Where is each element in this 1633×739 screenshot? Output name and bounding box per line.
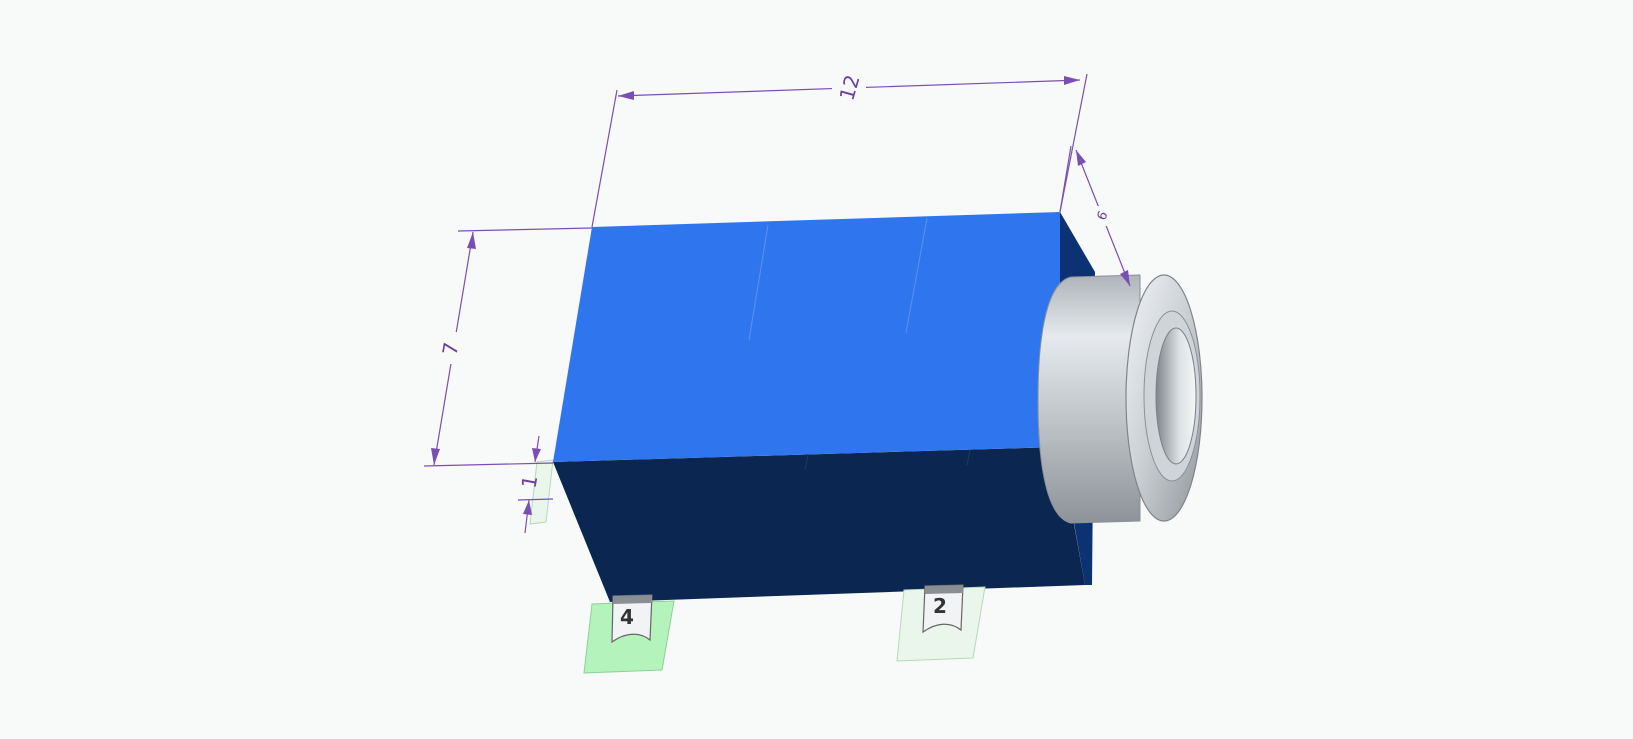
pin-2[interactable]: 2	[896, 584, 986, 662]
model-canvas[interactable]: 4 2 12 7 6 1	[0, 0, 1633, 735]
pin-4-label: 4	[620, 605, 634, 629]
bushing-bore	[1155, 327, 1197, 465]
bushing-cylinder	[1037, 274, 1141, 524]
pin-4[interactable]: 4	[583, 594, 675, 674]
dimension-arrow-icon	[1064, 76, 1080, 85]
dimension-arrow-icon	[618, 91, 634, 100]
dimension-arrow-icon	[431, 448, 440, 465]
solder-pad-back[interactable]	[529, 459, 554, 525]
jack-body[interactable]	[553, 212, 1095, 602]
dimension-length[interactable]: 12	[591, 72, 1088, 228]
dimension-arrow-icon	[532, 448, 541, 462]
body-top-face	[553, 212, 1060, 462]
dimension-arrow-icon	[523, 500, 532, 515]
threaded-bushing[interactable]	[1037, 274, 1203, 524]
dimension-arrow-icon	[1076, 150, 1086, 166]
dimension-arrow-icon	[467, 232, 476, 249]
pin-2-label: 2	[933, 594, 947, 618]
body-front-face	[553, 447, 1085, 602]
cad-viewport[interactable]: 4 2 12 7 6 1	[0, 0, 1633, 735]
